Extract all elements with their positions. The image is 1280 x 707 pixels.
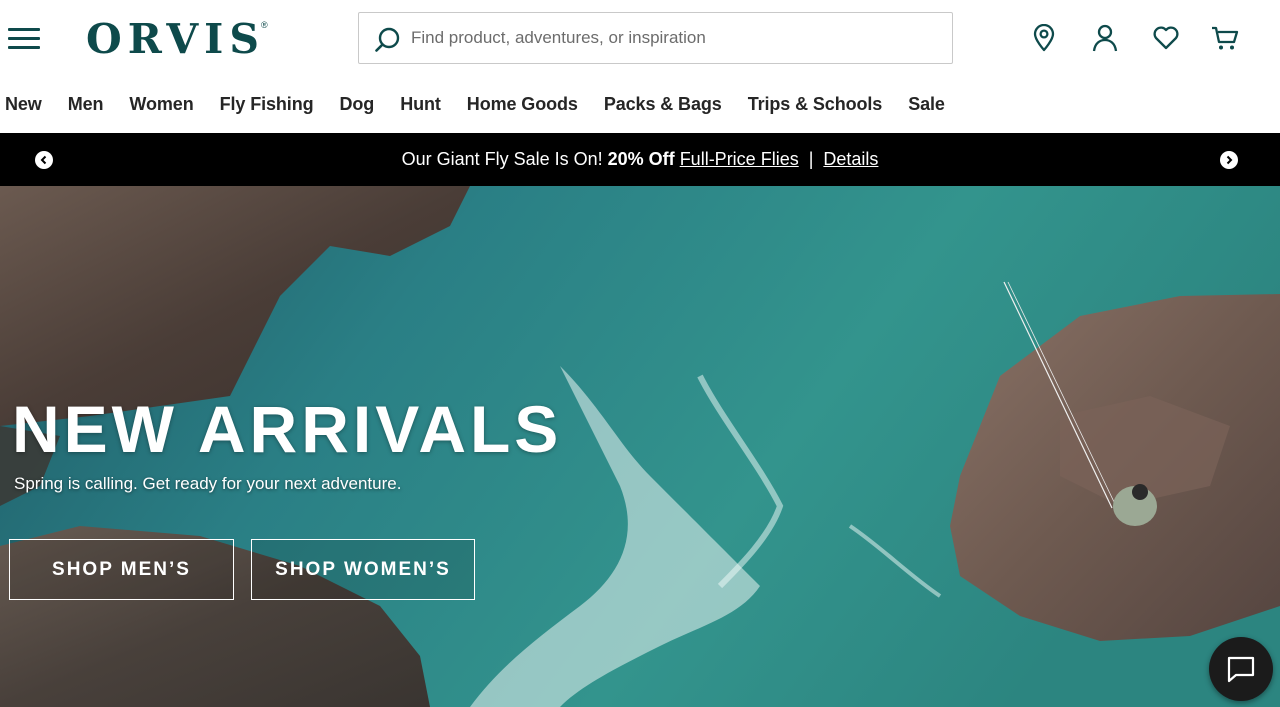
location-pin-icon[interactable] <box>1029 22 1059 54</box>
nav-item-fly-fishing[interactable]: Fly Fishing <box>220 94 314 115</box>
nav-item-women[interactable]: Women <box>129 94 193 115</box>
cart-icon[interactable] <box>1210 22 1240 54</box>
promo-banner: Our Giant Fly Sale Is On! 20% Off Full-P… <box>0 133 1280 186</box>
hero-title: NEW ARRIVALS <box>12 392 563 466</box>
nav-item-sale[interactable]: Sale <box>908 94 945 115</box>
account-icon[interactable] <box>1090 22 1120 54</box>
promo-separator: | <box>808 149 814 169</box>
hero-subtitle: Spring is calling. Get ready for your ne… <box>14 474 402 493</box>
promo-next-arrow-icon[interactable] <box>1220 151 1238 169</box>
promo-link-flies[interactable]: Full-Price Flies <box>680 149 799 170</box>
orvis-logo[interactable]: ORVIS ® <box>86 14 268 64</box>
search-icon[interactable] <box>374 26 402 54</box>
nav-item-dog[interactable]: Dog <box>340 94 375 115</box>
promo-text: Our Giant Fly Sale Is On! <box>401 149 603 169</box>
hero-banner[interactable]: NEW ARRIVALS Spring is calling. Get read… <box>0 186 1280 707</box>
chat-button[interactable] <box>1209 637 1273 701</box>
search-box[interactable] <box>358 12 953 64</box>
chat-icon <box>1227 656 1255 683</box>
promo-discount: 20% Off <box>607 149 675 169</box>
nav-item-men[interactable]: Men <box>68 94 104 115</box>
nav-item-new[interactable]: New <box>5 94 42 115</box>
main-nav: New Men Women Fly Fishing Dog Hunt Home … <box>0 80 966 128</box>
menu-icon[interactable] <box>8 26 41 50</box>
heart-icon[interactable] <box>1151 22 1181 54</box>
shop-womens-button[interactable]: SHOP WOMEN’S <box>251 539 475 600</box>
shop-mens-button[interactable]: SHOP MEN’S <box>9 539 234 600</box>
promo-message: Our Giant Fly Sale Is On! 20% Off Full-P… <box>0 133 1280 186</box>
site-header: ORVIS ® <box>0 0 1280 80</box>
nav-item-packs-bags[interactable]: Packs & Bags <box>604 94 722 115</box>
nav-item-home-goods[interactable]: Home Goods <box>467 94 578 115</box>
nav-item-trips-schools[interactable]: Trips & Schools <box>748 94 883 115</box>
logo-text: ORVIS <box>86 15 265 63</box>
search-input[interactable] <box>411 21 931 55</box>
logo-registered-mark: ® <box>260 20 268 30</box>
nav-item-hunt[interactable]: Hunt <box>400 94 441 115</box>
promo-link-details[interactable]: Details <box>823 149 878 170</box>
